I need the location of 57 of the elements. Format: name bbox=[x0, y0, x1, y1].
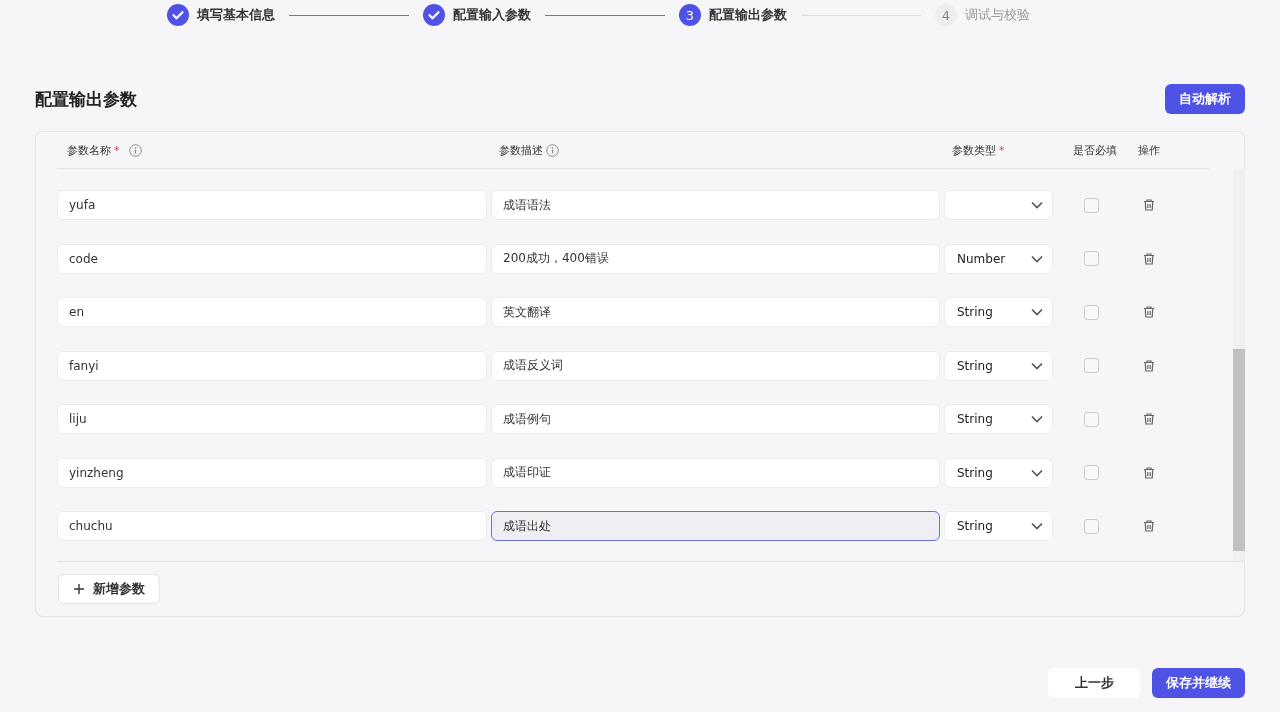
required-checkbox[interactable] bbox=[1084, 251, 1099, 266]
required-checkbox[interactable] bbox=[1084, 197, 1099, 213]
step-label: 配置输入参数 bbox=[453, 6, 531, 24]
description-input[interactable]: 成语出处 bbox=[491, 511, 940, 541]
type-select[interactable]: String bbox=[944, 511, 1053, 541]
name-input[interactable]: yufa bbox=[57, 190, 487, 220]
type-select[interactable] bbox=[944, 190, 1053, 220]
required-checkbox[interactable] bbox=[1084, 304, 1099, 320]
required-checkbox[interactable] bbox=[1084, 411, 1099, 427]
info-icon bbox=[128, 143, 142, 157]
save-continue-button[interactable]: 保存并继续 bbox=[1152, 668, 1245, 698]
chevron-down-icon bbox=[1031, 468, 1043, 477]
required-mark: * bbox=[114, 143, 120, 157]
previous-step-button[interactable]: 上一步 bbox=[1048, 668, 1140, 698]
description-input[interactable]: 200成功，400错误 bbox=[491, 243, 940, 274]
type-select[interactable]: String bbox=[944, 350, 1053, 381]
name-input[interactable]: en bbox=[57, 297, 487, 327]
description-input[interactable]: 英文翻译 bbox=[491, 297, 940, 327]
chevron-down-icon bbox=[1031, 361, 1043, 370]
type-select[interactable]: Number bbox=[944, 243, 1053, 274]
column-header: 参数名称 bbox=[67, 142, 111, 158]
chevron-down-icon bbox=[1031, 254, 1043, 263]
scrollbar[interactable] bbox=[1233, 169, 1245, 561]
step-number: 4 bbox=[935, 4, 957, 26]
chevron-down-icon bbox=[1031, 415, 1043, 423]
name-input[interactable]: liju bbox=[57, 404, 487, 434]
required-checkbox[interactable] bbox=[1084, 518, 1099, 534]
description-input[interactable]: 成语例句 bbox=[491, 404, 940, 434]
description-input[interactable]: 成语反义词 bbox=[491, 350, 940, 381]
step-label: 配置输出参数 bbox=[709, 6, 787, 24]
chevron-down-icon bbox=[1031, 308, 1043, 316]
name-input[interactable]: yinzheng bbox=[57, 457, 487, 488]
type-select[interactable]: String bbox=[944, 297, 1053, 327]
info-icon bbox=[546, 143, 559, 157]
description-input[interactable]: 成语语法 bbox=[491, 190, 940, 220]
chevron-down-icon bbox=[1031, 201, 1043, 209]
section-title: 配置输出参数 bbox=[35, 87, 137, 111]
required-checkbox[interactable] bbox=[1084, 358, 1099, 373]
type-select[interactable]: String bbox=[944, 404, 1053, 434]
step-label: 填写基本信息 bbox=[197, 6, 275, 24]
add-parameter-button[interactable]: 新增参数 bbox=[58, 574, 160, 604]
name-input[interactable]: chuchu bbox=[57, 511, 487, 541]
column-header: 是否必填 bbox=[1073, 142, 1117, 158]
chevron-down-icon bbox=[1031, 522, 1043, 530]
required-mark: * bbox=[999, 143, 1005, 157]
column-header: 操作 bbox=[1138, 142, 1160, 158]
name-input[interactable]: fanyi bbox=[57, 350, 487, 381]
auto-parse-button[interactable]: 自动解析 bbox=[1165, 84, 1245, 114]
column-header: 参数类型 bbox=[952, 142, 996, 158]
required-checkbox[interactable] bbox=[1084, 465, 1099, 480]
name-input[interactable]: code bbox=[57, 243, 487, 274]
plus-icon bbox=[73, 583, 85, 595]
description-input[interactable]: 成语印证 bbox=[491, 457, 940, 488]
type-select[interactable]: String bbox=[944, 457, 1053, 488]
column-header: 参数描述 bbox=[499, 142, 543, 158]
step-label: 调试与校验 bbox=[965, 6, 1030, 24]
step-number: 3 bbox=[679, 4, 701, 26]
